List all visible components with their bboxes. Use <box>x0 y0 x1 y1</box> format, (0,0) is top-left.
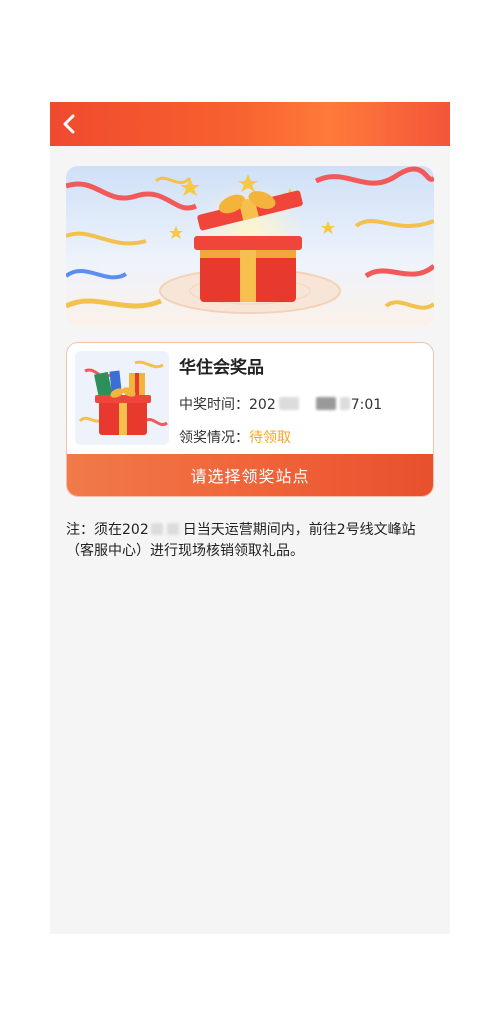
win-time-row: 中奖时间：202 7:01 <box>179 394 382 414</box>
redacted-mask <box>278 397 299 410</box>
select-pickup-station-button[interactable]: 请选择领奖站点 <box>67 454 433 496</box>
top-nav-bar <box>50 102 450 146</box>
app-screen: 华住会奖品 中奖时间：202 7:01 领奖情况：待领取 请选择领奖站点 注：须在… <box>50 102 450 934</box>
prize-banner <box>66 166 434 326</box>
claim-status-value: 待领取 <box>249 430 291 446</box>
win-time-value-suffix: 7:01 <box>350 397 383 413</box>
pickup-note: 注：须在202 日当天运营期间内，前往2号线文峰站（客服中心）进行现场核销领取礼品… <box>66 520 438 562</box>
redacted-mask <box>315 397 336 410</box>
redacted-mask <box>150 523 163 535</box>
gift-box-thumbnail <box>75 351 169 445</box>
chevron-left-icon <box>63 114 75 134</box>
back-button[interactable] <box>54 108 86 140</box>
win-time-label: 中奖时间： <box>179 397 249 413</box>
claim-status-label: 领奖情况： <box>179 430 249 446</box>
gift-box-banner-image <box>66 166 434 326</box>
prize-title: 华住会奖品 <box>179 358 264 378</box>
claim-status-row: 领奖情况：待领取 <box>179 427 291 447</box>
gift-box-image <box>75 351 169 445</box>
win-time-value-prefix: 202 <box>249 397 276 413</box>
redacted-mask <box>166 523 179 535</box>
note-text-start: 注：须在202 <box>66 522 149 538</box>
prize-card: 华住会奖品 中奖时间：202 7:01 领奖情况：待领取 请选择领奖站点 <box>66 342 434 497</box>
redacted-mask <box>339 397 350 410</box>
